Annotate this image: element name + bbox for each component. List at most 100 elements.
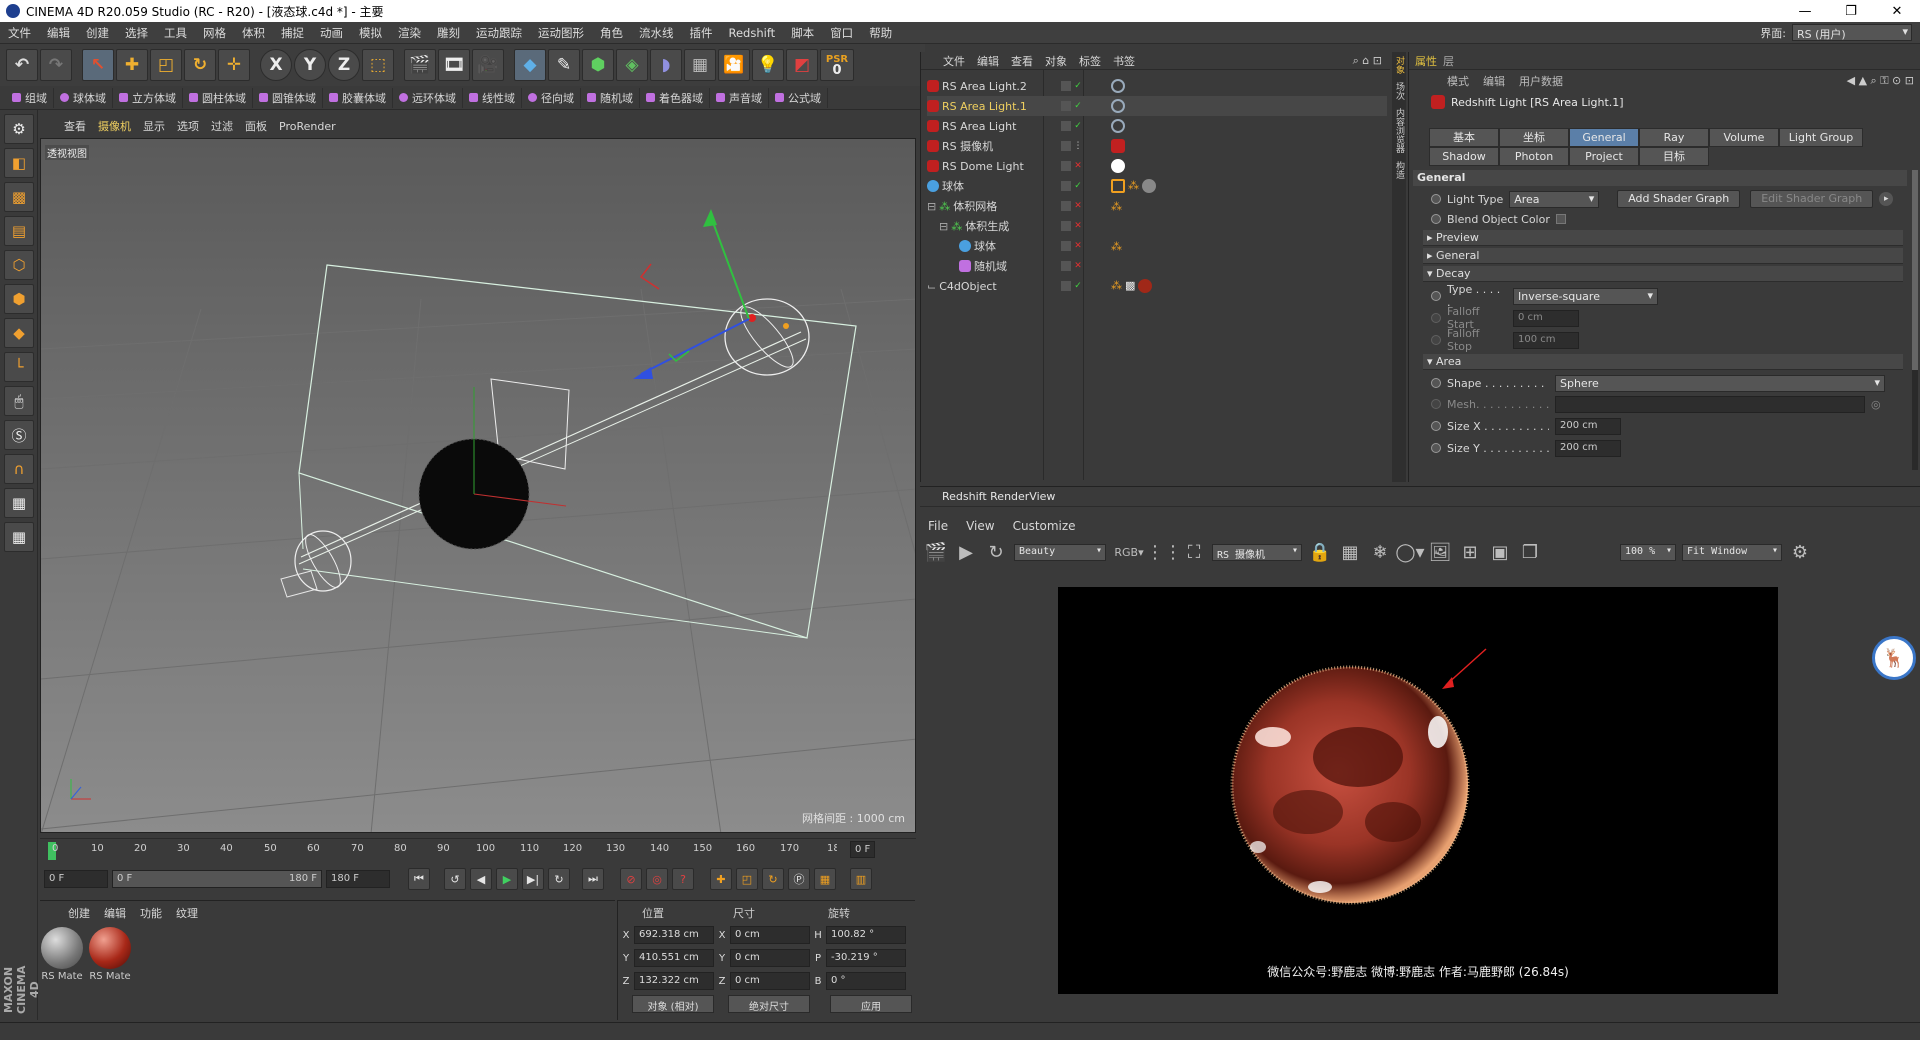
area-size-x-field[interactable]: 200 cm xyxy=(1555,417,1621,435)
rv-menu-view[interactable]: View xyxy=(966,519,994,533)
object-row[interactable]: ⊟ ⁂ 体积生成 ✕ xyxy=(927,216,1387,236)
attr-nav-icons[interactable]: ◀ ▲ ⌕ ⚿ ⊙ ⊡ xyxy=(1847,74,1920,88)
play-icon[interactable]: ▶ xyxy=(496,868,518,890)
array-icon[interactable]: ◈ xyxy=(616,49,648,81)
start-frame-field[interactable]: 0 F xyxy=(44,870,108,888)
undo-icon[interactable]: ↶ xyxy=(6,49,38,81)
tab-basic[interactable]: 基本 xyxy=(1429,128,1499,147)
material-tag-icon[interactable] xyxy=(1138,279,1153,293)
light-target-tag-icon[interactable] xyxy=(1111,99,1125,113)
tweak-mode-icon[interactable]: 🖱 xyxy=(4,386,34,416)
object-row[interactable]: RS Dome Light ✕ xyxy=(927,156,1387,176)
settings-gear-icon[interactable]: ⚙ xyxy=(1788,540,1812,564)
field-torus[interactable]: 远环体域 xyxy=(393,87,463,108)
coordinate-system-icon[interactable]: ⬚ xyxy=(362,49,394,81)
side-tab-content-browser[interactable]: 内容浏览器 xyxy=(1392,104,1407,157)
scale-icon[interactable]: ◰ xyxy=(150,49,182,81)
snap-toggle-icon[interactable]: Ⓢ xyxy=(4,420,34,450)
object-row[interactable]: 随机域 ✕ xyxy=(927,256,1387,276)
key-position-icon[interactable]: ✚ xyxy=(710,868,732,890)
object-menu-file[interactable]: 文件 xyxy=(943,53,965,69)
light-target-tag-icon[interactable] xyxy=(1111,119,1125,133)
menu-plugins[interactable]: 插件 xyxy=(682,25,721,41)
viewport-menu-options[interactable]: 选项 xyxy=(177,118,199,134)
frame-range-slider[interactable]: 0 F 180 F xyxy=(112,870,322,888)
add-shader-graph-button[interactable]: Add Shader Graph xyxy=(1617,190,1741,208)
area-group-header[interactable]: ▾ Area xyxy=(1423,354,1903,370)
object-menu-edit[interactable]: 编辑 xyxy=(977,53,999,69)
layers-tab[interactable]: 层 xyxy=(1443,53,1454,69)
rotation-h-field[interactable]: 100.82 ° xyxy=(826,926,906,944)
size-z-field[interactable]: 0 cm xyxy=(730,972,810,990)
menu-tools[interactable]: 工具 xyxy=(156,25,195,41)
object-menu-bookmarks[interactable]: 书签 xyxy=(1113,53,1135,69)
field-formula[interactable]: 公式域 xyxy=(769,87,828,108)
mesh-link-field[interactable] xyxy=(1555,395,1865,413)
interface-layout-select[interactable]: RS (用户) xyxy=(1792,24,1912,41)
refresh-icon[interactable]: ↻ xyxy=(984,540,1008,564)
floor-icon[interactable]: ▦ xyxy=(684,49,716,81)
record-active-icon[interactable]: ⊘ xyxy=(620,868,642,890)
axis-mode-icon[interactable]: └ xyxy=(4,352,34,382)
menu-animate[interactable]: 动画 xyxy=(312,25,351,41)
scheme-icon[interactable]: ▥ xyxy=(850,868,872,890)
mesh-pick-icon[interactable]: ◎ xyxy=(1871,398,1881,411)
planar-workplane-icon[interactable]: ▦ xyxy=(4,522,34,552)
general-group-header[interactable]: ▸ General xyxy=(1423,248,1903,264)
psr-button[interactable]: PSR 0 xyxy=(820,49,854,81)
rs-camera-tag-icon[interactable] xyxy=(1111,139,1125,153)
size-mode-select[interactable]: 绝对尺寸 xyxy=(728,995,810,1013)
preview-group-header[interactable]: ▸ Preview xyxy=(1423,230,1903,246)
menu-mograph[interactable]: 运动图形 xyxy=(530,25,592,41)
field-capsule[interactable]: 胶囊体域 xyxy=(323,87,393,108)
material-swatch[interactable]: RS Mate xyxy=(88,927,132,987)
key-parameter-icon[interactable]: Ⓟ xyxy=(788,868,810,890)
add-snapshot-icon[interactable]: ⊞ xyxy=(1458,540,1482,564)
texture-tag-icon[interactable] xyxy=(1111,179,1125,193)
rgb-channel-icon[interactable]: RGB▾ xyxy=(1112,540,1146,564)
tab-ray[interactable]: Ray xyxy=(1639,128,1709,147)
tab-shadow[interactable]: Shadow xyxy=(1429,147,1499,166)
key-rotation-icon[interactable]: ↻ xyxy=(762,868,784,890)
field-sound[interactable]: 声音域 xyxy=(710,87,769,108)
keyframe-selection-icon[interactable]: ? xyxy=(672,868,694,890)
apply-button[interactable]: 应用 xyxy=(830,995,912,1013)
object-menu-view[interactable]: 查看 xyxy=(1011,53,1033,69)
menu-snap[interactable]: 捕捉 xyxy=(273,25,312,41)
rv-menu-customize[interactable]: Customize xyxy=(1013,519,1076,533)
viewport-menu-filter[interactable]: 过滤 xyxy=(211,118,233,134)
grid-icon[interactable]: ⋮⋮ xyxy=(1146,540,1182,564)
make-editable-icon[interactable]: ⚙ xyxy=(4,114,34,144)
blend-object-color-checkbox[interactable] xyxy=(1555,214,1566,224)
object-row[interactable]: RS Area Light.2 ✓ xyxy=(927,76,1387,96)
decay-group-header[interactable]: ▾ Decay xyxy=(1423,266,1903,282)
circle-icon[interactable]: ◯▾ xyxy=(1395,540,1424,564)
polygons-mode-icon[interactable]: ◆ xyxy=(4,318,34,348)
tab-coord[interactable]: 坐标 xyxy=(1499,128,1569,147)
transform-icon[interactable]: ✛ xyxy=(218,49,250,81)
camera-icon[interactable]: 🎦 xyxy=(718,49,750,81)
redo-icon[interactable]: ↷ xyxy=(40,49,72,81)
material-menu-function[interactable]: 功能 xyxy=(140,905,162,921)
cube-icon[interactable]: ◆ xyxy=(514,49,546,81)
perspective-viewport[interactable]: 透视视图 网格间距 : 1000 cm xyxy=(40,138,916,833)
material-swatch[interactable]: RS Mate xyxy=(40,927,84,987)
edges-mode-icon[interactable]: ⬢ xyxy=(4,284,34,314)
points-mode-icon[interactable]: ⬡ xyxy=(4,250,34,280)
attr-menu-edit[interactable]: 编辑 xyxy=(1483,73,1505,89)
rv-menu-file[interactable]: File xyxy=(928,519,948,533)
rotation-b-field[interactable]: 0 ° xyxy=(826,972,906,990)
tab-volume[interactable]: Volume xyxy=(1709,128,1779,147)
pen-icon[interactable]: ✎ xyxy=(548,49,580,81)
menu-volume[interactable]: 体积 xyxy=(234,25,273,41)
light-type-select[interactable]: Area xyxy=(1509,190,1600,208)
keyframe-radio[interactable] xyxy=(1431,378,1441,388)
object-row[interactable]: 球体 ✓ ⁂ xyxy=(927,176,1387,196)
menu-select[interactable]: 选择 xyxy=(117,25,156,41)
keyframe-radio[interactable] xyxy=(1431,214,1441,224)
attr-scrollbar[interactable] xyxy=(1912,170,1918,470)
camera-select[interactable]: RS 摄像机 xyxy=(1212,543,1302,561)
tab-project[interactable]: Project xyxy=(1569,147,1639,166)
field-cylinder[interactable]: 圆柱体域 xyxy=(183,87,253,108)
dome-tag-icon[interactable] xyxy=(1111,159,1125,173)
